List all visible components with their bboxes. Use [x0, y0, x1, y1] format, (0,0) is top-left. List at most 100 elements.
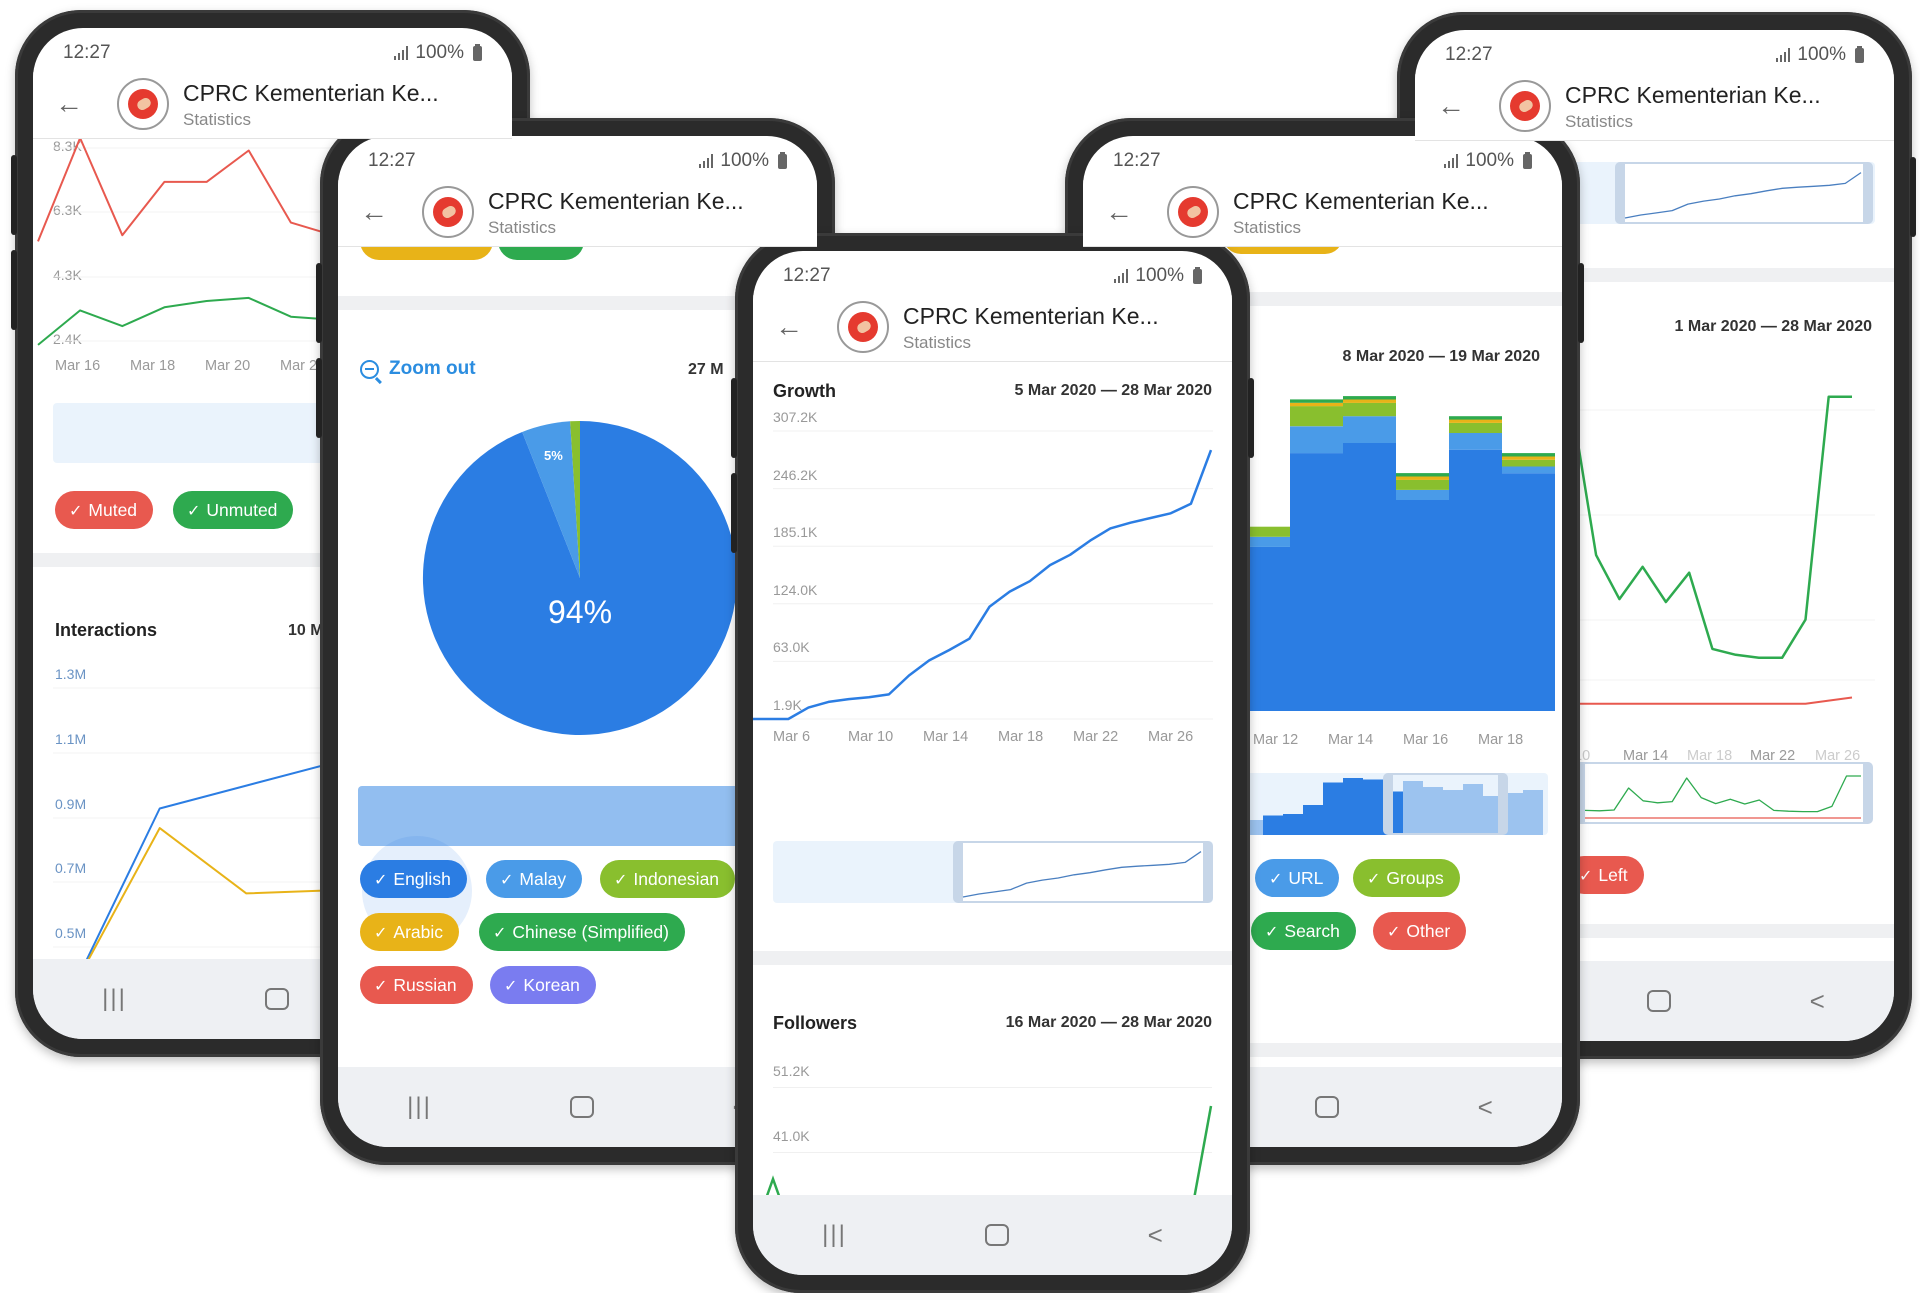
home-button[interactable]	[570, 1096, 595, 1118]
sparkline-bar	[1343, 778, 1363, 835]
battery-icon	[1193, 266, 1202, 284]
screen: 12:27 100% ← CPRC Kementerian Ke... Stat…	[753, 251, 1232, 1275]
arrow-left-icon[interactable]: ←	[1105, 198, 1133, 226]
heart-logo-icon	[1178, 197, 1208, 227]
pie-label-big: 94%	[548, 594, 613, 630]
zoom-out-button[interactable]: Zoom out	[360, 358, 476, 384]
y-tick: 124.0K	[773, 581, 818, 598]
section-title-interactions: Interactions	[55, 620, 158, 640]
side-button	[11, 155, 17, 235]
source-chip-search[interactable]: ✓ Search	[1251, 912, 1356, 950]
views-line	[72, 761, 334, 989]
battery-percent: 100%	[720, 150, 769, 171]
home-button[interactable]	[265, 988, 290, 1010]
home-button[interactable]	[985, 1224, 1010, 1246]
check-icon: ✓	[1269, 871, 1283, 888]
home-button[interactable]	[1647, 990, 1672, 1012]
language-chip-russian[interactable]: ✓ Russian	[360, 966, 473, 1004]
language-chip-arabic[interactable]: ✓ Arabic	[360, 913, 460, 951]
filter-chip-unmuted[interactable]: ✓ Unmuted	[173, 491, 294, 529]
language-chip-english[interactable]: ✓ English	[360, 860, 467, 898]
unmuted-line	[37, 296, 334, 346]
status-time: 12:27	[1445, 44, 1493, 65]
phone-growth: 12:27 100% ← CPRC Kementerian Ke... Stat…	[731, 233, 1254, 1293]
source-chip-other[interactable]: ✓ Other	[1373, 912, 1467, 950]
heart-logo-icon	[1510, 91, 1540, 121]
check-icon: ✓	[1579, 868, 1593, 885]
status-time: 12:27	[63, 42, 111, 63]
sparkline	[1624, 172, 1862, 219]
bar-segment	[1449, 416, 1502, 420]
channel-avatar	[422, 186, 474, 238]
arrow-left-icon[interactable]: ←	[775, 313, 803, 341]
section-title-followers: Followers	[773, 1013, 858, 1033]
check-icon: ✓	[1265, 924, 1279, 941]
check-icon: ✓	[374, 925, 388, 942]
page-subtitle: Statistics	[1565, 112, 1634, 131]
signal-icon	[394, 46, 409, 60]
x-tick: Mar 18	[130, 358, 176, 374]
page-subtitle: Statistics	[183, 110, 252, 129]
x-tick: Mar 16	[1403, 732, 1449, 748]
signal-icon	[1114, 269, 1129, 283]
side-button	[1248, 378, 1254, 458]
home-button[interactable]	[1315, 1096, 1340, 1118]
recents-button[interactable]: |||	[102, 985, 127, 1013]
source-chip-groups[interactable]: ✓ Groups	[1353, 859, 1460, 897]
bar-segment	[1449, 432, 1502, 450]
bar-segment	[1396, 499, 1449, 711]
language-chip-korean[interactable]: ✓ Korean	[490, 966, 596, 1004]
y-tick: 307.2K	[773, 409, 818, 425]
check-icon: ✓	[187, 503, 201, 520]
sparkline	[1584, 775, 1861, 813]
recents-button[interactable]: |||	[822, 1221, 847, 1249]
side-button	[1910, 157, 1916, 237]
check-icon: ✓	[504, 978, 518, 995]
battery-percent: 100%	[1797, 44, 1846, 65]
channel-title: CPRC Kementerian Ke...	[1565, 82, 1821, 108]
bar-segment	[1290, 402, 1343, 407]
x-tick: Mar 20	[205, 358, 251, 374]
channel-avatar	[837, 301, 889, 353]
check-icon: ✓	[1387, 924, 1401, 941]
heart-logo-icon	[128, 89, 158, 119]
app-bar: ← CPRC Kementerian Ke... Statistics	[338, 180, 817, 247]
bar-segment	[1502, 453, 1555, 457]
filter-chip-muted[interactable]: ✓ Muted	[55, 491, 154, 529]
bar-segment	[1343, 396, 1396, 400]
heart-logo-icon	[433, 197, 463, 227]
language-chip-indonesian[interactable]: ✓ Indonesian	[600, 860, 736, 898]
app-bar: ← CPRC Kementerian Ke... Statistics	[1415, 74, 1894, 141]
back-button[interactable]: <	[1148, 1220, 1163, 1251]
battery-icon	[778, 151, 787, 169]
arrow-left-icon[interactable]: ←	[55, 90, 83, 118]
x-tick: Mar 6	[773, 729, 811, 745]
range-selector-window[interactable]	[1383, 773, 1508, 835]
source-chip-url[interactable]: ✓ URL	[1255, 859, 1340, 897]
side-button	[1578, 263, 1584, 343]
section-divider	[753, 951, 1232, 965]
system-nav-bar: ||| <	[753, 1195, 1232, 1275]
bar-segment	[1449, 422, 1502, 433]
battery-percent: 100%	[1465, 150, 1514, 171]
language-chip-malay[interactable]: ✓ Malay	[486, 860, 583, 898]
section-title-growth: Growth	[773, 381, 836, 401]
check-icon: ✓	[614, 872, 628, 889]
signal-icon	[1444, 154, 1459, 168]
side-button	[731, 378, 737, 458]
recents-button[interactable]: |||	[407, 1093, 432, 1121]
sparkline-bar	[1283, 814, 1303, 835]
app-bar: ← CPRC Kementerian Ke... Statistics	[1083, 180, 1562, 247]
bar-segment	[1502, 456, 1555, 460]
battery-icon	[1523, 151, 1532, 169]
language-chip-chinese-simplified[interactable]: ✓ Chinese (Simplified)	[479, 913, 685, 951]
bar-segment	[1290, 453, 1343, 711]
x-tick: Mar 18	[998, 729, 1044, 745]
side-button	[11, 250, 17, 330]
bar-segment	[1396, 479, 1449, 490]
back-button[interactable]: <	[1810, 986, 1825, 1017]
x-tick: Mar 26	[1148, 729, 1194, 745]
arrow-left-icon[interactable]: ←	[360, 198, 388, 226]
back-button[interactable]: <	[1478, 1092, 1493, 1123]
arrow-left-icon[interactable]: ←	[1437, 92, 1465, 120]
